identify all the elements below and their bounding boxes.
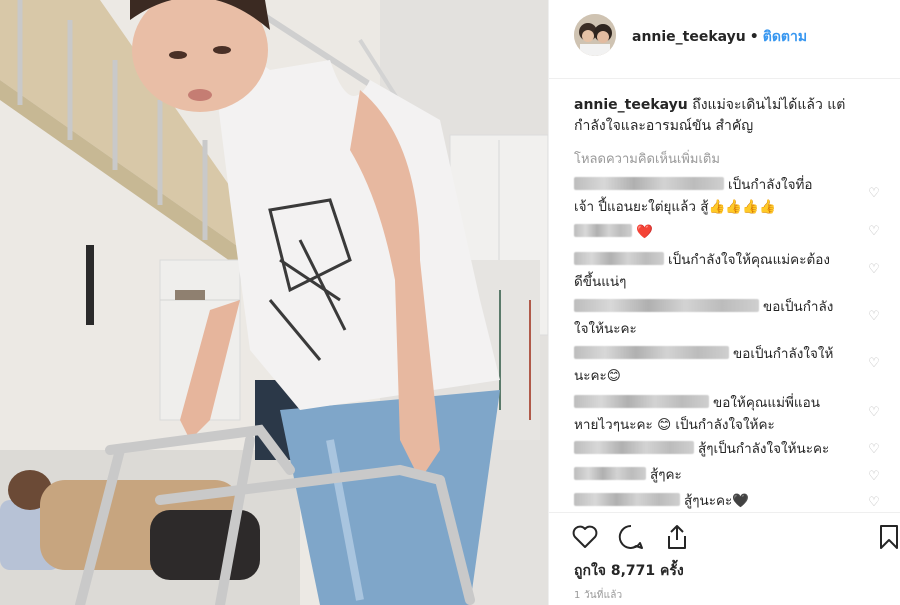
header-username-row: annie_teekayu • ติดตาม <box>632 26 807 48</box>
small-heart-icon[interactable]: ♡ <box>867 310 881 324</box>
username-link[interactable]: annie_teekayu <box>632 29 746 45</box>
post-action-bar <box>549 512 900 563</box>
caption-username[interactable]: annie_teekayu <box>574 97 688 113</box>
blurred-username <box>574 346 729 359</box>
small-heart-icon[interactable]: ♡ <box>867 496 881 510</box>
share-icon[interactable] <box>663 523 691 551</box>
comment-item: ขอเป็นกำลัง ใจให้นะคะ <box>574 296 864 340</box>
comment-text: ❤️ <box>636 224 653 240</box>
blurred-username <box>574 467 646 480</box>
comment-item: เป็นกำลังใจที่อ เจ้า ปี้แอนยะใต่ยุแล้ว ส… <box>574 174 864 218</box>
comment-text: สู้ๆเป็นกำลังใจให้นะคะ <box>698 441 830 457</box>
comment-item: ขอเป็นกำลังใจให้ นะคะ😊 <box>574 343 864 387</box>
post-header: annie_teekayu • ติดตาม <box>549 0 900 79</box>
small-heart-icon[interactable]: ♡ <box>867 263 881 277</box>
blurred-username <box>574 441 694 454</box>
blurred-username <box>574 395 709 408</box>
blurred-username <box>574 493 680 506</box>
small-heart-icon[interactable]: ♡ <box>867 187 881 201</box>
comment-item: ❤️ <box>574 221 864 243</box>
blurred-username <box>574 224 632 237</box>
likes-count[interactable]: ถูกใจ 8,771 ครั้ง <box>574 560 684 582</box>
comment-text: เป็นกำลังใจให้คุณแม่คะต้อง <box>668 252 830 268</box>
small-heart-icon[interactable]: ♡ <box>867 443 881 457</box>
heart-icon[interactable] <box>571 523 599 551</box>
comment-text: สู้ๆคะ <box>650 467 682 483</box>
comment-icon[interactable] <box>617 523 645 551</box>
small-heart-icon[interactable]: ♡ <box>867 470 881 484</box>
comment-text-cont: ดีขึ้นแน่ๆ <box>574 274 627 290</box>
comment-item: สู้ๆนะคะ🖤 <box>574 490 864 512</box>
load-more-comments-button[interactable]: โหลดความคิดเห็นเพิ่มเติม <box>574 148 720 169</box>
small-heart-icon[interactable]: ♡ <box>867 225 881 239</box>
comment-item: เป็นกำลังใจให้คุณแม่คะต้อง ดีขึ้นแน่ๆ <box>574 249 864 293</box>
blurred-username <box>574 177 724 190</box>
blurred-username <box>574 299 759 312</box>
comment-text: ขอเป็นกำลัง <box>763 299 834 315</box>
avatar[interactable] <box>574 14 616 56</box>
post-photo-illustration <box>0 0 548 605</box>
comment-text-cont: หายไวๆนะคะ 😊 เป็นกำลังใจให้คะ <box>574 417 775 433</box>
comment-text: สู้ๆนะคะ🖤 <box>684 493 750 509</box>
avatar-image <box>574 14 616 56</box>
post-caption: annie_teekayu ถึงแม่จะเดินไม่ได้แล้ว แต่… <box>574 95 874 137</box>
small-heart-icon[interactable]: ♡ <box>867 406 881 420</box>
small-heart-icon[interactable]: ♡ <box>867 357 881 371</box>
bookmark-icon[interactable] <box>875 523 900 551</box>
blurred-username <box>574 252 664 265</box>
post-timestamp[interactable]: 1 วันที่แล้ว <box>574 588 622 603</box>
comment-item: ขอให้คุณแม่พี่แอน หายไวๆนะคะ 😊 เป็นกำลัง… <box>574 392 864 436</box>
post-side-panel: annie_teekayu • ติดตาม annie_teekayu ถึงแม… <box>548 0 900 605</box>
comment-item: สู้ๆเป็นกำลังใจให้นะคะ <box>574 438 864 460</box>
comment-text-cont: เจ้า ปี้แอนยะใต่ยุแล้ว สู้👍👍👍👍 <box>574 199 776 215</box>
comment-text: เป็นกำลังใจที่อ <box>728 177 813 193</box>
comment-text-cont: ใจให้นะคะ <box>574 321 637 337</box>
comment-text-cont: นะคะ😊 <box>574 368 621 384</box>
comment-text: ขอเป็นกำลังใจให้ <box>733 346 834 362</box>
post-photo[interactable] <box>0 0 548 605</box>
follow-button[interactable]: ติดตาม <box>763 29 807 45</box>
separator-dot: • <box>749 29 759 45</box>
comment-text: ขอให้คุณแม่พี่แอน <box>713 395 820 411</box>
comment-item: สู้ๆคะ <box>574 464 864 486</box>
